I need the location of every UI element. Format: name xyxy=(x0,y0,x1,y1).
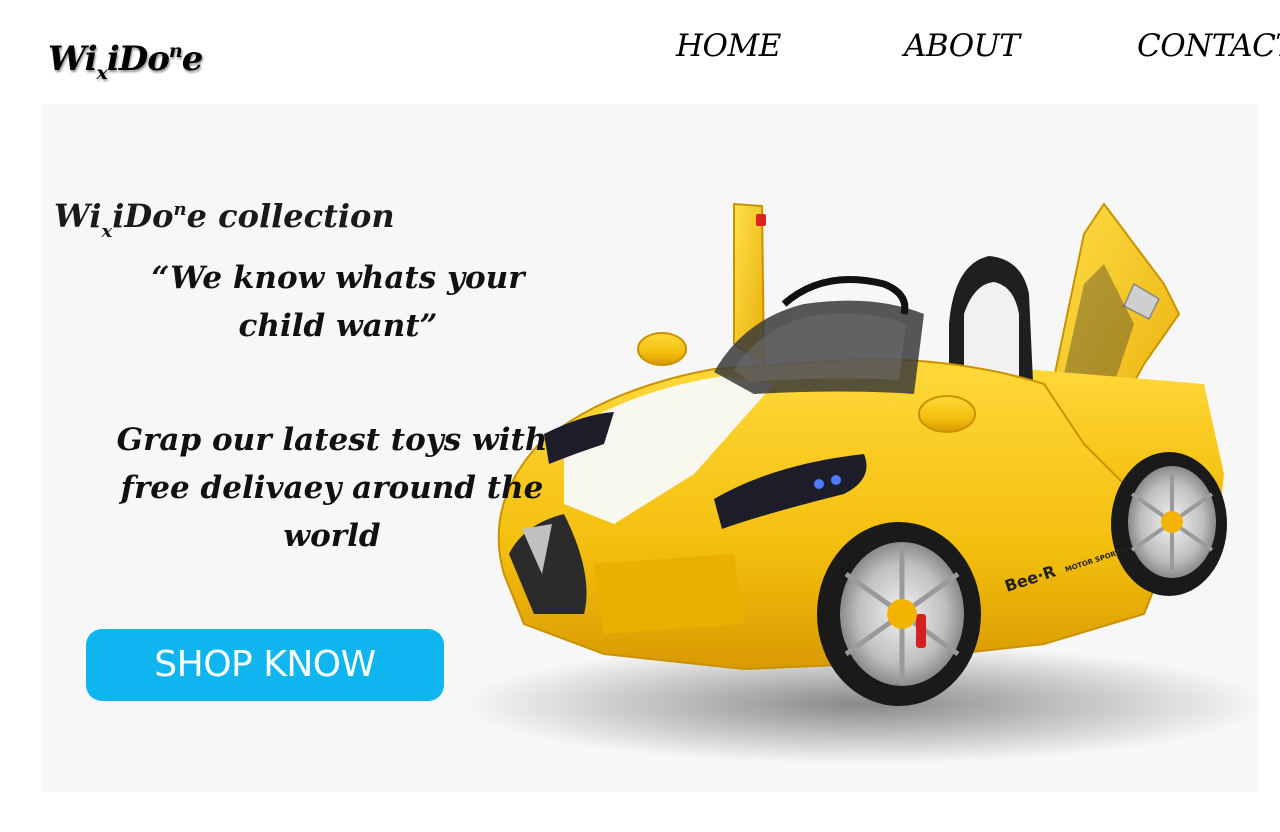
hero-promo-text: Grap our latest toys with free delivaey … xyxy=(116,422,548,554)
brand-logo[interactable]: WixiDone xyxy=(48,28,203,84)
nav-link-about[interactable]: ABOUT xyxy=(904,24,1020,68)
nav-link-home[interactable]: HOME xyxy=(676,24,781,68)
hero-title: WixiDone collection xyxy=(54,188,395,254)
hero-title-text-1: Wi xyxy=(54,197,102,235)
hero-title-subscript: x xyxy=(101,221,113,242)
logo-superscript: n xyxy=(168,40,183,62)
nav-link-contact[interactable]: CONTACT xyxy=(1137,24,1280,68)
hero-title-text-2: iDo xyxy=(112,197,174,235)
shop-now-button[interactable]: SHOP KNOW xyxy=(86,629,444,701)
hero-banner: Bee·R MOTOR SPORTS WixiDone collection “… xyxy=(42,104,1258,792)
hero-title-superscript: n xyxy=(173,199,187,220)
logo-text-1: Wi xyxy=(48,39,98,79)
logo-text-2: iDo xyxy=(106,39,170,79)
logo-text-3: e xyxy=(181,39,204,79)
hero-tagline: “We know whats your child want” xyxy=(151,260,525,344)
logo-subscript: x xyxy=(96,62,108,84)
hero-title-text-3: e collection xyxy=(186,197,395,235)
